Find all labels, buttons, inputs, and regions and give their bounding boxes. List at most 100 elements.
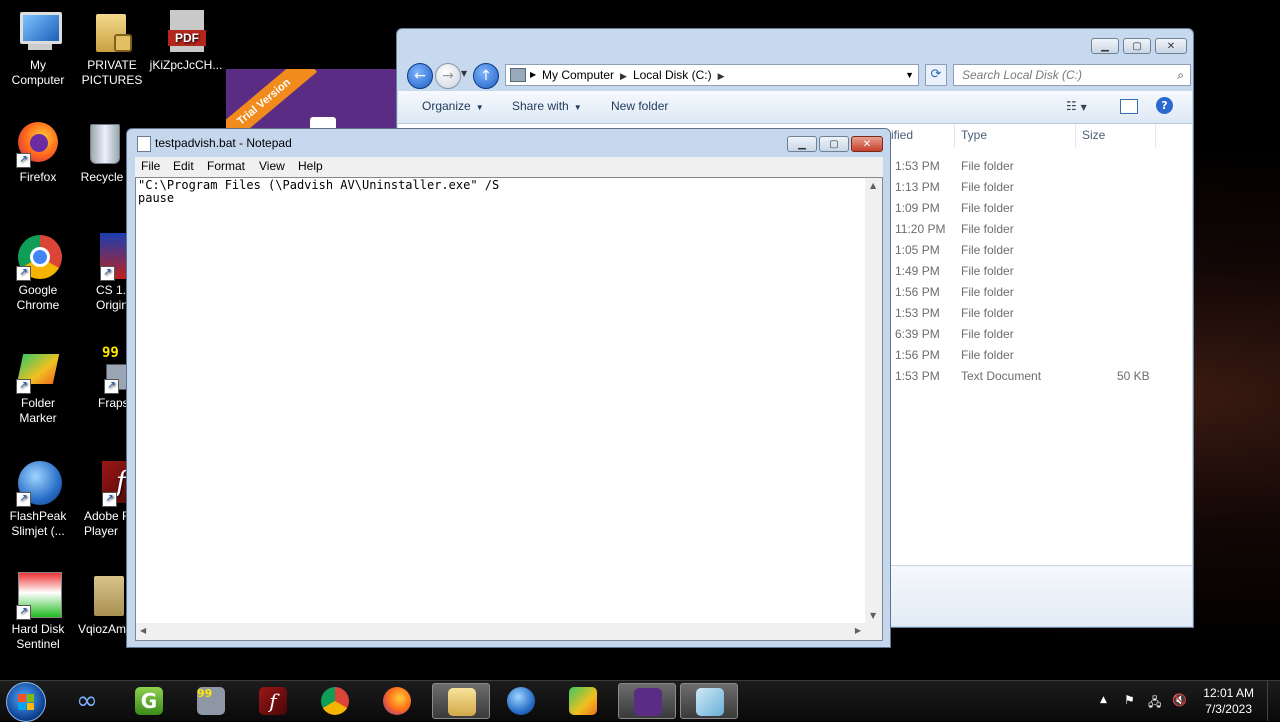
address-dropdown-icon[interactable]: ▼ [905,65,914,85]
taskbar-app-infinity[interactable]: ∞ [58,683,116,719]
menu-help[interactable]: Help [298,159,323,173]
up-button[interactable]: ↑ [473,63,499,89]
address-chevron-icon[interactable]: ▶ [530,65,536,85]
shortcut-arrow-icon: ↗ [16,605,31,620]
computer-small-icon [510,68,526,82]
trial-banner-window[interactable]: Trial Version [226,69,398,129]
clock[interactable]: 12:01 AM 7/3/2023 [1203,685,1254,717]
scrollbar-corner [865,623,882,640]
desktop-icon-slimjet[interactable]: ↗ FlashPeak Slimjet (... [0,459,76,539]
search-icon: ⌕ [1177,68,1184,82]
notepad-icon [696,688,724,716]
shortcut-arrow-icon: ↗ [104,379,119,394]
menu-view[interactable]: View [259,159,285,173]
editor-content[interactable]: "C:\Program Files (\Padvish AV\Uninstall… [138,179,499,205]
column-header-size[interactable]: Size [1082,128,1105,142]
column-divider[interactable] [1075,124,1076,148]
explorer-icon [448,688,476,716]
taskbar-app-padvish[interactable] [618,683,676,719]
minimize-button[interactable]: ▁ [787,136,817,152]
breadcrumb-chevron-icon[interactable]: ▶ [620,71,627,81]
start-button[interactable] [6,682,46,722]
trial-ribbon: Trial Version [226,69,318,129]
view-options-icon[interactable]: ☷ ▼ [1066,99,1087,113]
close-button[interactable]: ✕ [1155,38,1187,54]
desktop-icon-folder-marker[interactable]: ↗ Folder Marker [0,346,76,426]
column-divider[interactable] [954,124,955,148]
breadcrumb-local-disk[interactable]: Local Disk (C:) [633,68,712,82]
new-folder-button[interactable]: New folder [611,99,668,113]
file-type: File folder [961,222,1014,236]
show-hidden-icons-button[interactable]: ▲ [1100,695,1107,705]
taskbar-app-explorer[interactable] [432,683,490,719]
menu-bar: File Edit Format View Help [135,157,883,177]
taskbar-app-folder-marker[interactable] [554,683,612,719]
column-divider[interactable] [1155,124,1156,148]
maximize-button[interactable]: ▢ [1123,38,1151,54]
column-header-date-modified[interactable]: ified [891,128,913,142]
scroll-left-icon[interactable]: ◀ [140,626,146,635]
refresh-button[interactable]: ⟳ [925,64,947,86]
taskbar-app-flash[interactable]: f [244,683,302,719]
file-type: File folder [961,348,1014,362]
notepad-small-icon [137,136,151,152]
vertical-scrollbar[interactable]: ▲ ▼ [865,178,882,623]
scroll-right-icon[interactable]: ▶ [855,626,861,635]
file-date: 1:13 PM [895,180,940,194]
chrome-icon: ↗ [14,233,62,281]
taskbar-app-notepad[interactable] [680,683,738,719]
recent-pages-dropdown-icon[interactable]: ▼ [461,69,467,78]
desktop-icon-label: My Computer [11,58,65,87]
text-editor-area[interactable]: "C:\Program Files (\Padvish AV\Uninstall… [135,177,883,641]
close-button[interactable]: ✕ [851,136,883,152]
search-input[interactable]: Search Local Disk (C:) ⌕ [953,64,1191,86]
file-date: 11:20 PM [895,222,946,236]
notepad-window[interactable]: testpadvish.bat - Notepad ▁ ▢ ✕ File Edi… [126,128,891,648]
help-icon[interactable]: ? [1156,97,1173,114]
share-with-button[interactable]: Share with ▼ [512,99,582,113]
scroll-down-icon[interactable]: ▼ [870,611,876,620]
share-label: Share with [512,99,569,113]
windows-logo-icon [18,694,34,710]
scroll-up-icon[interactable]: ▲ [870,181,876,190]
desktop-icon-my-computer[interactable]: My Computer [0,8,76,88]
volume-muted-icon[interactable]: 🔇 [1172,693,1187,707]
menu-file[interactable]: File [141,159,160,173]
desktop-icon-private-pictures[interactable]: PRIVATE PICTURES [74,8,150,88]
taskbar-app-chrome[interactable] [306,683,364,719]
new-folder-label: New folder [611,99,669,113]
column-header-type[interactable]: Type [961,128,987,142]
file-date: 1:56 PM [895,348,940,362]
breadcrumb-my-computer[interactable]: My Computer [542,68,614,82]
minimize-button[interactable]: ▁ [1091,38,1119,54]
navigation-bar: ← → ▼ ↑ ▶ My Computer ▶ Local Disk (C:) ▶ ▼… [405,61,1191,89]
file-type: File folder [961,306,1014,320]
action-center-flag-icon[interactable]: ⚑ [1124,693,1135,707]
taskbar-app-slimjet[interactable] [492,683,550,719]
organize-button[interactable]: Organize ▼ [422,99,484,113]
menu-format[interactable]: Format [207,159,245,173]
preview-pane-icon[interactable] [1120,99,1138,114]
desktop-icon-label: Folder Marker [19,396,57,425]
desktop-icon-pdf[interactable]: PDF jKiZpcJcCH... [148,8,224,73]
taskbar-app-firefox[interactable] [368,683,426,719]
caret-down-icon: ▼ [573,103,582,112]
network-icon[interactable]: 🖧 [1148,693,1161,714]
shortcut-arrow-icon: ↗ [102,492,117,507]
file-type: File folder [961,264,1014,278]
horizontal-scrollbar[interactable]: ◀ ▶ [136,623,865,640]
back-button[interactable]: ← [407,63,433,89]
show-desktop-button[interactable] [1267,681,1280,721]
shortcut-arrow-icon: ↗ [16,153,31,168]
file-date: 1:56 PM [895,285,940,299]
breadcrumb-chevron-icon[interactable]: ▶ [718,71,725,81]
menu-edit[interactable]: Edit [173,159,194,173]
taskbar-app-g[interactable]: G [120,683,178,719]
desktop-icon-chrome[interactable]: ↗ Google Chrome [0,233,76,313]
forward-button[interactable]: → [435,63,461,89]
maximize-button[interactable]: ▢ [819,136,849,152]
taskbar-app-fraps[interactable]: 99 [182,683,240,719]
padvish-icon [634,688,662,716]
chrome-icon [321,687,349,715]
address-bar[interactable]: ▶ My Computer ▶ Local Disk (C:) ▶ ▼ [505,64,919,86]
